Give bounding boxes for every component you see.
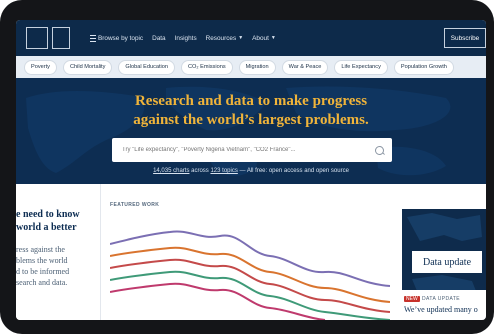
nav-label: Browse by topic xyxy=(98,34,144,42)
topic-pill[interactable]: CO₂ Emissions xyxy=(181,59,233,75)
intro-heading-line: world a better xyxy=(16,222,77,233)
stats-text: across xyxy=(191,168,209,174)
intro-body-line: blems the world xyxy=(16,256,68,265)
content-section: e need to know world a better ress again… xyxy=(16,184,486,320)
main-nav: Browse by topic Data Insights Resources … xyxy=(90,20,276,56)
topic-pill[interactable]: Life Expectancy xyxy=(334,59,388,75)
nav-resources[interactable]: Resources ▼ xyxy=(206,35,244,42)
intro-body-line: search and data. xyxy=(16,278,68,287)
nav-data[interactable]: Data xyxy=(152,35,166,42)
nav-label: Insights xyxy=(174,34,197,42)
chart-line xyxy=(110,270,390,320)
nav-label: Data xyxy=(152,34,166,42)
hero-section: Research and data to make progress again… xyxy=(16,78,486,184)
chevron-down-icon: ▼ xyxy=(270,34,276,41)
hero-headline-line: against the world’s largest problems. xyxy=(133,112,369,128)
topic-pill[interactable]: Migration xyxy=(238,59,276,75)
nav-label: Resources xyxy=(205,34,237,42)
card-category: DATA UPDATE xyxy=(422,296,461,302)
charts-count-link[interactable]: 14,035 charts xyxy=(153,168,189,174)
nav-browse-by-topic[interactable]: Browse by topic xyxy=(90,34,144,42)
device-frame: Browse by topic Data Insights Resources … xyxy=(0,0,494,334)
chevron-down-icon: ▼ xyxy=(238,34,244,41)
site-logo[interactable] xyxy=(26,27,78,49)
nav-label: About xyxy=(252,34,269,42)
topic-pill[interactable]: Child Mortality xyxy=(62,59,113,75)
data-update-card-meta[interactable]: NEW DATA UPDATE We’ve updated many o xyxy=(402,290,486,320)
card-title: We’ve updated many o xyxy=(404,305,478,314)
hero-headline: Research and data to make progress again… xyxy=(16,92,486,130)
nav-about[interactable]: About ▼ xyxy=(252,35,276,42)
nav-insights[interactable]: Insights xyxy=(175,35,197,42)
topic-pill[interactable]: War & Peace xyxy=(281,59,329,75)
intro-heading: e need to know world a better xyxy=(16,208,96,234)
chart-line xyxy=(110,230,390,287)
intro-body-line: ress against the xyxy=(16,245,65,254)
intro-body: ress against the blems the world d to be… xyxy=(16,244,96,288)
topics-count-link[interactable]: 123 topics xyxy=(210,168,237,174)
search-bar xyxy=(112,138,392,162)
featured-chart-thumbnail[interactable] xyxy=(110,214,390,320)
stats-text: — All free: open access and open source xyxy=(239,168,349,174)
screen: Browse by topic Data Insights Resources … xyxy=(16,20,486,320)
intro-heading-line: e need to know xyxy=(16,209,80,220)
logo-mark-secondary xyxy=(52,27,70,49)
intro-body-line: d to be informed xyxy=(16,267,70,276)
search-input[interactable] xyxy=(120,146,375,154)
search-icon[interactable] xyxy=(375,145,384,155)
section-divider xyxy=(100,184,101,320)
new-badge: NEW xyxy=(404,296,420,302)
menu-icon xyxy=(90,34,96,42)
data-update-label: Data update xyxy=(412,251,482,273)
hero-headline-line: Research and data to make progress xyxy=(134,93,368,109)
top-navigation-bar: Browse by topic Data Insights Resources … xyxy=(16,20,486,56)
intro-text: e need to know world a better ress again… xyxy=(16,208,96,288)
topic-pill[interactable]: Global Education xyxy=(118,59,176,75)
topic-pill[interactable]: Poverty xyxy=(24,59,57,75)
topic-pill[interactable]: Population Growth xyxy=(393,59,454,75)
topic-pills: Poverty Child Mortality Global Education… xyxy=(16,56,486,78)
site-stats: 14,035 charts across 123 topics — All fr… xyxy=(16,168,486,174)
logo-mark-primary xyxy=(26,27,48,49)
subscribe-button[interactable]: Subscribe xyxy=(444,28,486,48)
featured-work-label: FEATURED WORK xyxy=(110,202,160,208)
